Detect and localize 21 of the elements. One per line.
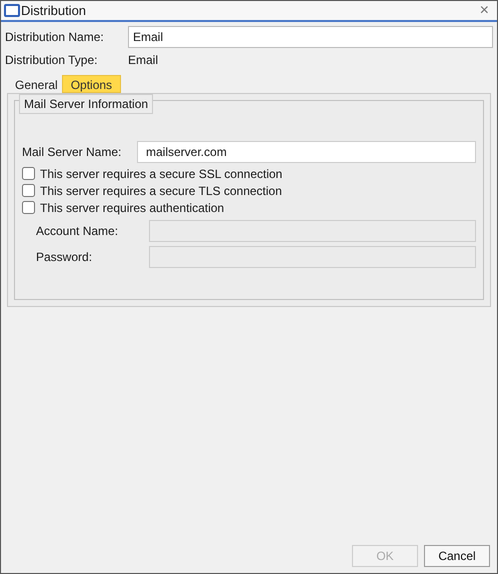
checkbox[interactable] xyxy=(22,184,35,197)
text-field[interactable]: mailserver.com xyxy=(137,141,476,163)
field-label: Distribution Type: xyxy=(5,52,98,69)
tab[interactable]: General xyxy=(11,76,62,93)
tab[interactable]: Options xyxy=(62,75,122,93)
checkbox[interactable] xyxy=(22,201,35,214)
field-label: Mail Server Name: xyxy=(22,144,122,161)
checkbox-label: This server requires a secure SSL connection xyxy=(40,166,282,182)
field-value: Email xyxy=(128,52,158,69)
close-button[interactable]: × xyxy=(480,2,489,18)
window-title: Distribution xyxy=(21,2,88,20)
field-label: Password: xyxy=(36,249,94,266)
text-field[interactable]: Email xyxy=(128,26,493,48)
field-label: Account Name: xyxy=(36,223,120,240)
window-icon xyxy=(4,4,20,17)
checkbox[interactable] xyxy=(22,167,35,180)
field-label: Distribution Name: xyxy=(5,29,105,46)
dialog-button[interactable]: Cancel xyxy=(424,545,490,567)
checkbox-label: This server requires a secure TLS connection xyxy=(40,182,282,200)
checkbox-label: This server requires authentication xyxy=(40,200,224,216)
group-title: Mail Server Information xyxy=(19,94,154,114)
